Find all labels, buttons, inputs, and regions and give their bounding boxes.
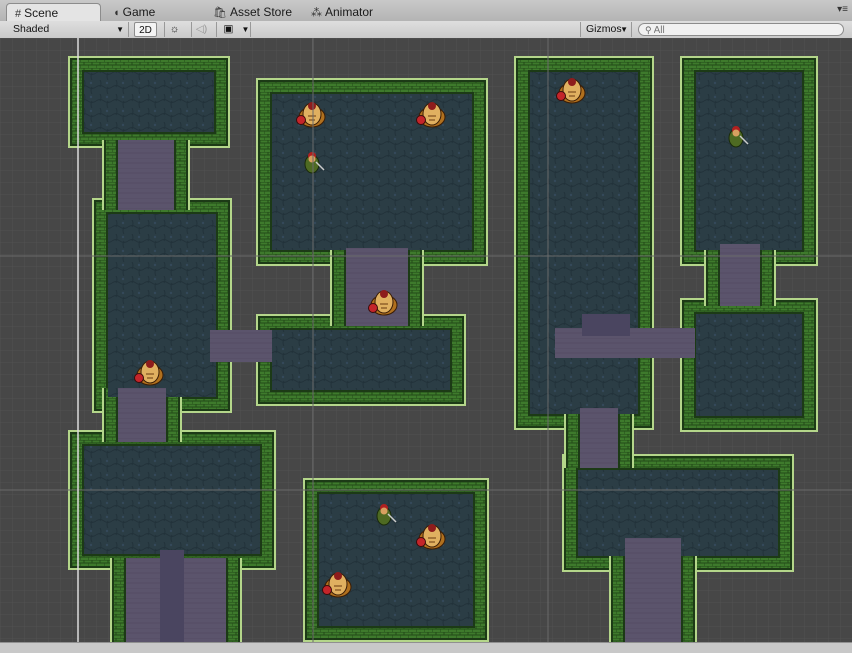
shopping-bag-icon: 🛍 [213, 7, 227, 19]
hierarchy-search-field[interactable]: ⚲ [638, 23, 844, 36]
animator-icon: ⁂ [311, 7, 322, 19]
tab-animator-label: Animator [325, 5, 374, 19]
2d-mode-toggle[interactable]: 2D [134, 22, 157, 37]
scene-viewport[interactable] [0, 38, 852, 642]
audio-toggle[interactable]: ◁) [191, 22, 211, 37]
dropdown-arrow-icon: ▼ [116, 25, 124, 34]
gizmos-dropdown[interactable]: Gizmos ▼ [580, 22, 632, 37]
scene-toolbar: Shaded ▼ 2D ☼ ◁) ▣ ▼ Gizmos ▼ ⚲ [0, 21, 852, 39]
effects-dropdown-arrow[interactable]: ▼ [241, 22, 251, 37]
tab-game[interactable]: ◖ Game [105, 3, 163, 21]
scene-bottom-border [0, 642, 852, 653]
tab-asset-store[interactable]: 🛍 Asset Store [205, 3, 300, 21]
tab-scene-label: Scene [24, 6, 59, 20]
tab-scene[interactable]: # Scene [6, 3, 101, 21]
editor-tab-bar: # Scene ◖ Game 🛍 Asset Store ⁂ Animator ▾≡ [0, 0, 852, 22]
panel-menu-icon[interactable]: ▾≡ [837, 4, 848, 15]
shading-mode-label: Shaded [13, 23, 50, 35]
image-icon: ▣ [223, 23, 234, 35]
dungeon-tilemap [68, 56, 818, 642]
scene-canvas [0, 38, 852, 642]
dropdown-arrow-icon: ▼ [620, 25, 628, 34]
search-icon: ⚲ [645, 25, 652, 35]
tab-game-label: Game [122, 5, 156, 19]
speaker-icon: ◁) [195, 23, 208, 35]
tab-asset-store-label: Asset Store [229, 5, 292, 19]
search-input[interactable] [653, 25, 824, 36]
tab-animator[interactable]: ⁂ Animator [303, 3, 381, 21]
gizmos-label: Gizmos [586, 23, 622, 35]
pacman-icon: ◖ [113, 7, 120, 19]
lighting-toggle[interactable]: ☼ [164, 22, 184, 37]
effects-toggle[interactable]: ▣ [216, 22, 240, 37]
shading-mode-dropdown[interactable]: Shaded ▼ [3, 22, 129, 37]
sun-icon: ☼ [169, 23, 180, 35]
